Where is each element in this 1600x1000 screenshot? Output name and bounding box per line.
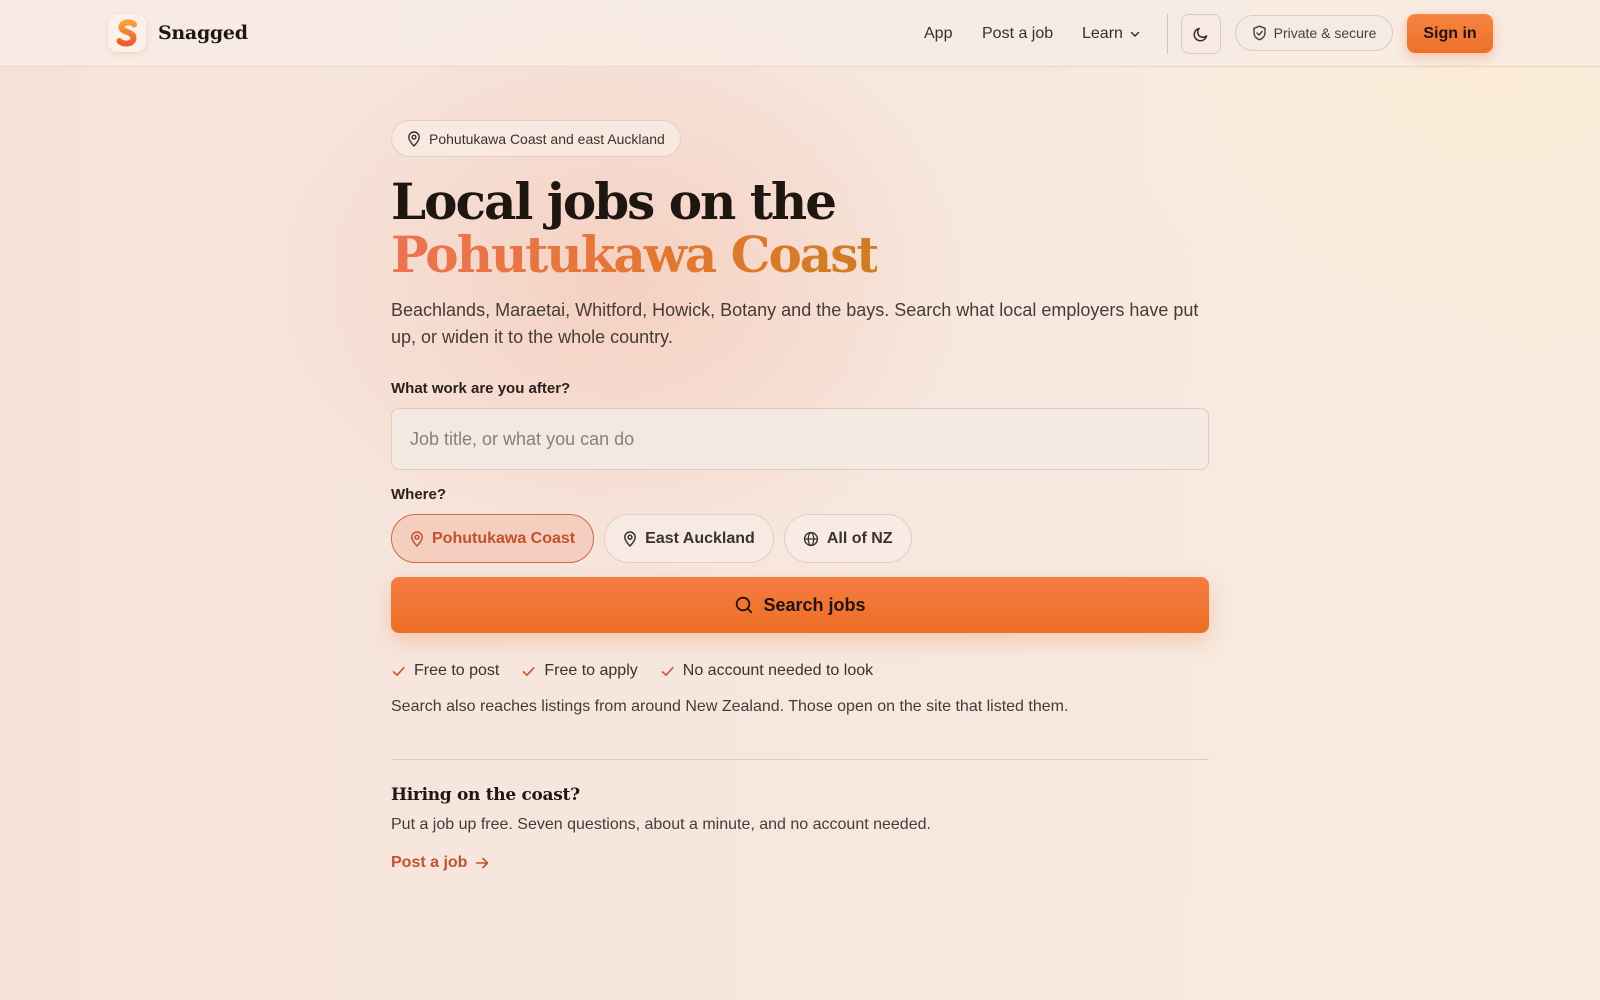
sign-in-button[interactable]: Sign in <box>1407 14 1493 53</box>
privacy-badge-label: Private & secure <box>1273 25 1377 41</box>
hero-section: Pohutukawa Coast and east Auckland Local… <box>391 120 1209 872</box>
search-jobs-button[interactable]: Search jobs <box>391 577 1209 633</box>
nav-learn-trigger[interactable]: Learn <box>1082 25 1141 43</box>
map-pin-icon <box>408 130 420 147</box>
top-navigation-bar: Snagged App Post a job Learn Private & s… <box>0 0 1600 67</box>
section-divider <box>391 759 1209 760</box>
post-a-job-link[interactable]: Post a job <box>391 854 490 872</box>
location-option-label: All of NZ <box>826 529 893 547</box>
perk-item: Free to apply <box>521 662 638 680</box>
check-icon <box>392 666 405 676</box>
snagged-logo-icon <box>108 14 146 52</box>
page-title-line2: Pohutukawa Coast <box>391 225 879 284</box>
location-option-all-of-nz[interactable]: All of NZ <box>783 514 912 563</box>
perk-item: Free to post <box>391 662 499 680</box>
brand[interactable]: Snagged <box>108 14 248 52</box>
nav-learn-label: Learn <box>1082 24 1123 42</box>
location-option-label: Pohutukawa Coast <box>432 529 576 547</box>
moon-icon <box>1193 27 1208 42</box>
nav-app-link[interactable]: App <box>924 0 952 67</box>
chevron-down-icon <box>1130 31 1140 37</box>
arrow-right-icon <box>476 857 489 869</box>
check-icon <box>661 666 674 676</box>
where-field-label: Where? <box>391 486 447 503</box>
perk-label: No account needed to look <box>682 662 874 679</box>
perk-label: Free to apply <box>544 662 638 679</box>
location-option-east-auckland[interactable]: East Auckland <box>604 514 774 563</box>
location-option-pohutukawa-coast[interactable]: Pohutukawa Coast <box>391 514 595 563</box>
perks-list: Free to post Free to apply No account ne… <box>391 662 1209 680</box>
region-chip: Pohutukawa Coast and east Auckland <box>391 120 681 157</box>
search-jobs-label: Search jobs <box>763 594 866 615</box>
nav-post-job-link[interactable]: Post a job <box>982 0 1053 67</box>
search-scope-note: Search also reaches listings from around… <box>391 698 1069 715</box>
post-a-job-label: Post a job <box>391 854 468 871</box>
check-icon <box>523 666 535 676</box>
theme-toggle-button[interactable] <box>1181 14 1221 54</box>
hiring-title: Hiring on the coast? <box>391 785 580 805</box>
page-title: Local jobs on the Pohutukawa Coast <box>391 175 1209 281</box>
hiring-text: Put a job up free. Seven questions, abou… <box>391 816 931 833</box>
privacy-badge[interactable]: Private & secure <box>1235 15 1393 51</box>
map-pin-icon <box>624 530 637 547</box>
work-field-label: What work are you after? <box>391 380 571 397</box>
map-pin-icon <box>411 530 423 547</box>
nav-divider <box>1167 14 1168 54</box>
perk-label: Free to post <box>414 662 500 679</box>
region-chip-label: Pohutukawa Coast and east Auckland <box>429 130 665 147</box>
brand-name: Snagged <box>158 22 248 44</box>
nav-learn-dropdown[interactable]: Learn <box>1082 0 1141 67</box>
job-search-input[interactable] <box>391 408 1209 470</box>
hero-subtitle: Beachlands, Maraetai, Whitford, Howick, … <box>391 300 1199 347</box>
location-option-label: East Auckland <box>645 529 755 547</box>
nav-app-label[interactable]: App <box>924 25 952 43</box>
nav-post-job-label[interactable]: Post a job <box>982 25 1053 43</box>
location-options: Pohutukawa Coast East Auckland All of NZ <box>391 514 1209 563</box>
shield-check-icon <box>1252 25 1266 41</box>
globe-icon <box>803 531 818 546</box>
perk-item: No account needed to look <box>660 662 873 680</box>
search-icon <box>736 596 753 614</box>
page-title-line1: Local jobs on the <box>391 172 837 231</box>
